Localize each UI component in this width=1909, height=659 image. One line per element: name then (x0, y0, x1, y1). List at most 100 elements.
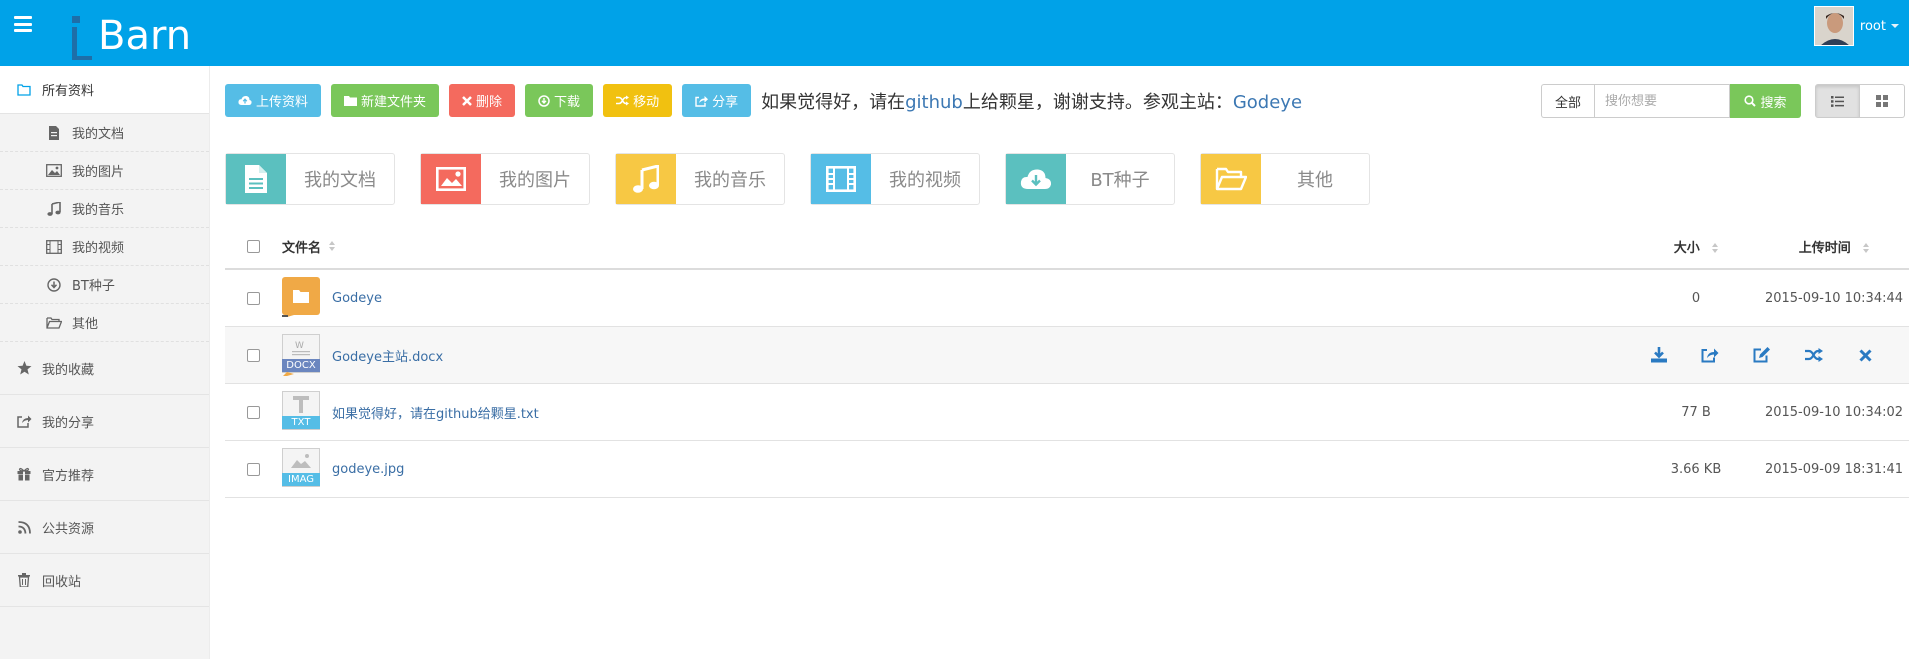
file-type-badge: IMAG (288, 474, 314, 485)
sidebar-item-other[interactable]: 其他 (0, 304, 209, 342)
file-time: 2015-09-10 10:34:02 (1764, 404, 1904, 420)
film-icon (46, 239, 62, 255)
sidebar-item-label: 我的图片 (72, 165, 125, 180)
list-view-button[interactable] (1815, 84, 1860, 118)
rss-icon (16, 519, 32, 535)
search-scope-select[interactable]: 全部 (1541, 84, 1594, 118)
new-folder-button-label: 新建文件夹 (361, 95, 427, 110)
sidebar: 所有资料 我的文档 我的图片 我的音乐 我的视频 BT种子 其他 我的收藏 我的… (0, 66, 210, 659)
github-link[interactable]: github (905, 92, 963, 113)
table-row[interactable]: W DOCX Godeye主站.docx (225, 327, 1909, 384)
share-action-button[interactable] (1699, 344, 1721, 366)
txt-file-icon: TXT (282, 391, 320, 433)
category-label: 我的视频 (889, 170, 961, 191)
table-row[interactable]: IMAG godeye.jpg 3.66 KB 2015-09-09 18:31… (225, 441, 1909, 498)
sidebar-item-recommended[interactable]: 官方推荐 (0, 448, 209, 501)
top-navbar: Barn root (0, 0, 1909, 66)
category-shortcuts: 我的文档 我的图片 我的音乐 我的视频 BT种子 其他 (225, 153, 1395, 205)
sidebar-item-music[interactable]: 我的音乐 (0, 190, 209, 228)
view-toggle (1815, 84, 1905, 118)
category-pictures[interactable]: 我的图片 (420, 153, 590, 205)
shuffle-icon (616, 95, 630, 106)
file-icon (46, 125, 62, 141)
avatar (1813, 6, 1854, 46)
category-label: 我的图片 (499, 170, 571, 191)
folder-file-icon (282, 277, 320, 319)
music-icon (616, 154, 676, 204)
toolbar: 上传资料 新建文件夹 删除 下载 移动 分享 如果觉得好，请在github上给颗… (225, 84, 1302, 117)
select-all-checkbox[interactable] (247, 239, 260, 253)
film-icon (811, 154, 871, 204)
godeye-link[interactable]: Godeye (1233, 92, 1302, 113)
sort-by-size[interactable]: 大小 (1633, 237, 1759, 256)
row-checkbox[interactable] (247, 348, 260, 362)
download-action-button[interactable] (1648, 344, 1670, 366)
file-text-icon (226, 154, 286, 204)
sidebar-item-pictures[interactable]: 我的图片 (0, 152, 209, 190)
sidebar-item-favorites[interactable]: 我的收藏 (0, 342, 209, 395)
notice-middle: 上给颗星，谢谢支持。参观主站： (962, 91, 1233, 113)
file-name-link[interactable]: godeye.jpg (332, 462, 404, 477)
sidebar-item-label: 回收站 (42, 574, 82, 590)
sidebar-item-bt[interactable]: BT种子 (0, 266, 209, 304)
delete-action-button[interactable] (1854, 344, 1876, 366)
rename-action-button[interactable] (1751, 344, 1773, 366)
sidebar-item-shares[interactable]: 我的分享 (0, 395, 209, 448)
share-button-label: 分享 (712, 95, 739, 110)
gift-icon (16, 466, 32, 482)
row-checkbox[interactable] (247, 405, 260, 419)
sort-by-time[interactable]: 上传时间 (1759, 237, 1909, 256)
upload-button[interactable]: 上传资料 (225, 84, 322, 117)
menu-toggle-icon[interactable] (14, 16, 32, 32)
logo-i-mark (72, 16, 92, 60)
move-action-button[interactable] (1803, 344, 1825, 366)
delete-button-label: 删除 (476, 95, 503, 110)
sort-by-name[interactable]: 文件名 (282, 237, 1633, 256)
logo[interactable]: Barn (70, 2, 191, 64)
close-icon (1859, 348, 1872, 362)
file-name-link[interactable]: Godeye (332, 291, 382, 306)
category-documents[interactable]: 我的文档 (225, 153, 395, 205)
row-checkbox[interactable] (247, 291, 260, 305)
category-label: 其他 (1297, 170, 1333, 191)
new-folder-button[interactable]: 新建文件夹 (331, 84, 440, 117)
table-row[interactable]: Godeye 0 2015-09-10 10:34:44 (225, 270, 1909, 327)
shuffle-icon (1804, 348, 1823, 362)
file-name-link[interactable]: 如果觉得好，请在github给颗星.txt (332, 403, 539, 422)
upload-button-label: 上传资料 (256, 95, 309, 110)
file-table: 文件名 大小 上传时间 Godeye 0 2015-09-10 10:34:44… (225, 224, 1909, 498)
category-bt[interactable]: BT种子 (1005, 153, 1175, 205)
download-icon (1650, 347, 1667, 363)
category-music[interactable]: 我的音乐 (615, 153, 785, 205)
row-actions (1633, 344, 1909, 366)
share-icon (695, 95, 709, 107)
table-row[interactable]: TXT 如果觉得好，请在github给颗星.txt 77 B 2015-09-1… (225, 384, 1909, 441)
user-menu[interactable]: root (1813, 6, 1899, 46)
delete-button[interactable]: 删除 (449, 84, 516, 117)
notice-prefix: 如果觉得好，请在 (761, 91, 906, 113)
sidebar-item-trash[interactable]: 回收站 (0, 554, 209, 607)
search-input[interactable] (1594, 84, 1730, 118)
category-other[interactable]: 其他 (1200, 153, 1370, 205)
file-type-badge: TXT (291, 417, 311, 428)
category-videos[interactable]: 我的视频 (810, 153, 980, 205)
category-label: 我的文档 (304, 170, 376, 191)
sidebar-item-videos[interactable]: 我的视频 (0, 228, 209, 266)
download-button[interactable]: 下载 (525, 84, 594, 117)
sidebar-item-documents[interactable]: 我的文档 (0, 114, 209, 152)
logo-text: Barn (98, 13, 192, 59)
sidebar-item-all[interactable]: 所有资料 (0, 66, 209, 114)
row-checkbox[interactable] (247, 462, 260, 476)
share-button[interactable]: 分享 (682, 84, 752, 117)
share-icon (1701, 348, 1719, 363)
grid-view-button[interactable] (1860, 84, 1905, 118)
sidebar-item-public[interactable]: 公共资源 (0, 501, 209, 554)
file-name-link[interactable]: Godeye主站.docx (332, 346, 443, 365)
search-button[interactable]: 搜索 (1730, 84, 1801, 118)
sidebar-item-label: 我的文档 (72, 127, 125, 142)
move-button[interactable]: 移动 (603, 84, 673, 117)
table-header: 文件名 大小 上传时间 (225, 224, 1909, 270)
sidebar-item-label: 我的分享 (42, 415, 95, 431)
image-file-icon: IMAG (282, 448, 320, 490)
folder-icon (344, 96, 358, 106)
